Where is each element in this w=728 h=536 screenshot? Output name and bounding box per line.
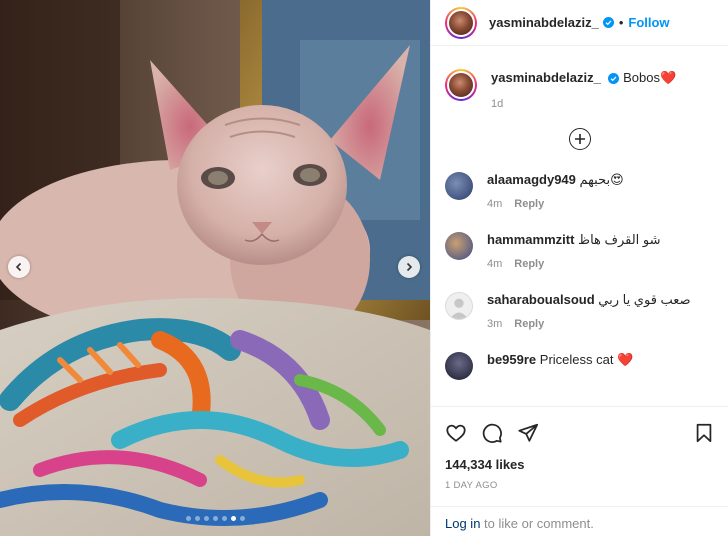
comment-item: hammammzitt شو القرف هاظ 4m Reply [445, 232, 715, 270]
follow-button[interactable]: Follow [628, 15, 669, 30]
comment-time: 3m [487, 318, 503, 330]
post-header: yasminabdelaziz_ • Follow [431, 0, 728, 46]
heart-icon [446, 424, 466, 442]
share-button[interactable] [517, 422, 539, 444]
comment-button[interactable] [481, 422, 503, 444]
comment-text: شو القرف هاظ [578, 232, 661, 247]
carousel-dot [221, 516, 227, 521]
comment-item: be959re Priceless cat ❤️ [445, 352, 715, 380]
caption-username[interactable]: yasminabdelaziz_ [491, 70, 601, 85]
carousel-dot [239, 516, 245, 521]
reply-button[interactable]: Reply [514, 318, 544, 330]
comment-item: saharaboualsoud صعب قوي يا ربي 3m Reply [445, 292, 715, 330]
like-button[interactable] [445, 422, 467, 444]
comment-item: alaamagdy949 بحبهم😍 4m Reply [445, 172, 715, 210]
reply-button[interactable]: Reply [514, 198, 544, 210]
comment-text: Priceless cat ❤️ [539, 352, 634, 367]
author-username[interactable]: yasminabdelaziz_ [489, 15, 599, 30]
default-avatar-icon [449, 298, 469, 319]
cat-photo [0, 0, 430, 536]
plus-icon [575, 134, 585, 144]
post-actions: 144,334 likes 1 DAY AGO [431, 406, 728, 491]
carousel-dot [185, 516, 191, 521]
login-prompt: Log in to like or comment. [431, 506, 728, 536]
header-separator: • [618, 15, 624, 30]
carousel-prev-button[interactable] [8, 256, 30, 278]
post-date: 1 DAY AGO [445, 480, 498, 491]
carousel-dot [194, 516, 200, 521]
comment-username[interactable]: hammammzitt [487, 232, 574, 247]
author-avatar[interactable] [445, 6, 477, 39]
commenter-avatar[interactable] [445, 352, 473, 380]
caption-avatar[interactable] [445, 69, 477, 101]
login-link[interactable]: Log in [445, 516, 480, 531]
comment-text: بحبهم😍 [579, 172, 624, 187]
load-more-comments-button[interactable] [569, 128, 591, 150]
carousel-dot [230, 516, 236, 521]
carousel-next-button[interactable] [398, 256, 420, 278]
post-side-panel: yasminabdelaziz_ • Follow yasminabdelazi… [430, 0, 728, 536]
verified-badge-icon [608, 73, 620, 85]
comment-username[interactable]: saharaboualsoud [487, 292, 595, 307]
login-prompt-text: to like or comment. [480, 516, 594, 531]
caption-emoji: ❤️ [659, 70, 677, 85]
paper-plane-icon [518, 423, 539, 442]
commenter-avatar[interactable] [445, 232, 473, 260]
comment-username[interactable]: be959re [487, 352, 536, 367]
chevron-left-icon [15, 262, 22, 272]
commenter-avatar[interactable] [445, 292, 473, 320]
caption-time: 1d [491, 98, 504, 110]
comments-section: yasminabdelaziz_ Bobos❤️ 1d alaamagdy949… [431, 47, 728, 405]
bookmark-icon [696, 423, 712, 443]
comment-text: صعب قوي يا ربي [598, 292, 691, 307]
caption-text: Bobos [623, 70, 660, 85]
comment-time: 4m [487, 258, 503, 270]
carousel-indicator [0, 516, 430, 521]
comment-bubble-icon [482, 423, 502, 443]
verified-badge-icon [602, 17, 614, 28]
caption: yasminabdelaziz_ Bobos❤️ 1d [445, 47, 715, 110]
chevron-right-icon [406, 262, 413, 272]
reply-button[interactable]: Reply [514, 258, 544, 270]
save-button[interactable] [693, 422, 715, 444]
comment-username[interactable]: alaamagdy949 [487, 172, 576, 187]
commenter-avatar[interactable] [445, 172, 473, 200]
like-count[interactable]: 144,334 likes [445, 457, 715, 472]
post-media[interactable] [0, 0, 430, 536]
carousel-dot [203, 516, 209, 521]
carousel-dot [212, 516, 218, 521]
comment-time: 4m [487, 198, 503, 210]
